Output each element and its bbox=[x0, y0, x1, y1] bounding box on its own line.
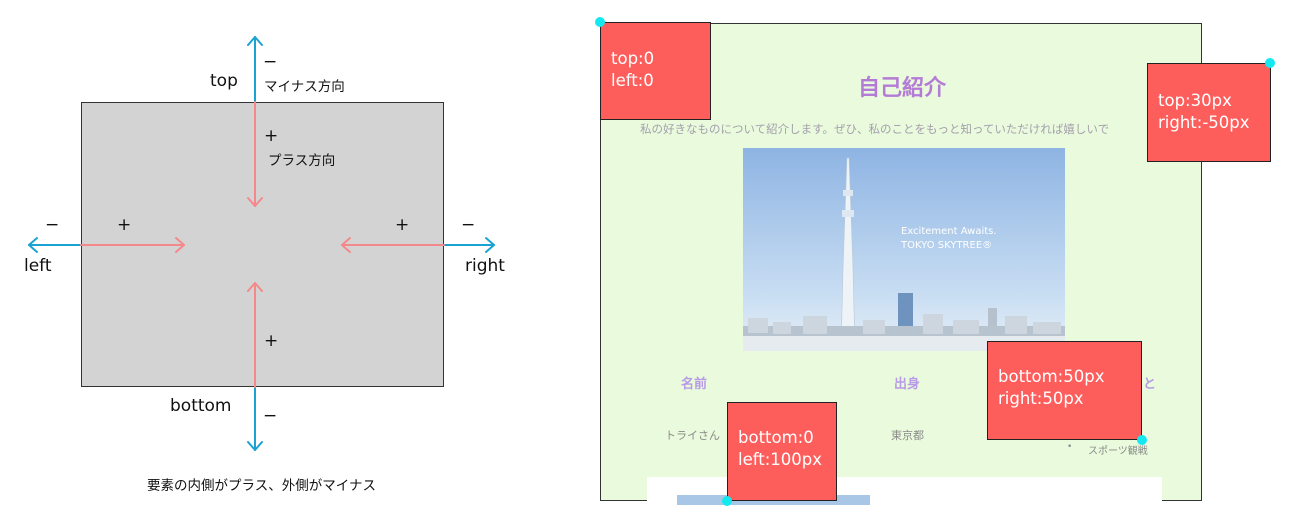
label-right: right bbox=[465, 256, 505, 276]
plus-direction-label: プラス方向 bbox=[268, 153, 336, 169]
diagram-caption: 要素の内側がプラス、外側がマイナス bbox=[147, 478, 376, 494]
box-bottom-right: bottom:50px right:50px bbox=[987, 341, 1142, 440]
minus-direction-label: マイナス方向 bbox=[264, 79, 345, 95]
photo-caption-line1: Excitement Awaits. bbox=[901, 226, 997, 237]
anchor-dot-bottom-left bbox=[722, 496, 732, 506]
minus-sign-bottom: − bbox=[263, 406, 278, 426]
column-header-origin: 出身 bbox=[894, 377, 921, 392]
box-top-right: top:30px right:-50px bbox=[1147, 63, 1271, 162]
column-header-fragment: と bbox=[1143, 377, 1157, 392]
minus-sign-top: − bbox=[263, 52, 278, 72]
anchor-dot-top-right bbox=[1265, 58, 1275, 68]
label-left: left bbox=[24, 256, 52, 276]
value-origin: 東京都 bbox=[891, 429, 924, 442]
plus-sign-right: + bbox=[395, 215, 410, 235]
photo-caption-line2: TOKYO SKYTREE® bbox=[901, 240, 993, 251]
box-top-left: top:0 left:0 bbox=[600, 22, 711, 120]
plus-sign-left: + bbox=[117, 215, 132, 235]
label-bottom: bottom bbox=[170, 396, 232, 416]
label-top: top bbox=[210, 71, 238, 91]
page-intro-text: 私の好きなものについて紹介します。ぜひ、私のことをもっと知っていただければ嬉しい… bbox=[640, 122, 1110, 136]
plus-sign-top: + bbox=[264, 126, 279, 146]
list-bullet: • bbox=[1067, 442, 1073, 452]
minus-sign-right: − bbox=[461, 215, 476, 235]
minus-sign-left: − bbox=[45, 215, 60, 235]
anchor-dot-top-left bbox=[595, 17, 605, 27]
value-name: トライさん bbox=[665, 429, 720, 442]
anchor-dot-bottom-right bbox=[1137, 435, 1147, 445]
page-title: 自己紹介 bbox=[858, 76, 947, 101]
box-bottom-left: bottom:0 left:100px bbox=[727, 402, 837, 501]
plus-sign-bottom: + bbox=[264, 331, 279, 351]
column-header-name: 名前 bbox=[681, 377, 708, 392]
